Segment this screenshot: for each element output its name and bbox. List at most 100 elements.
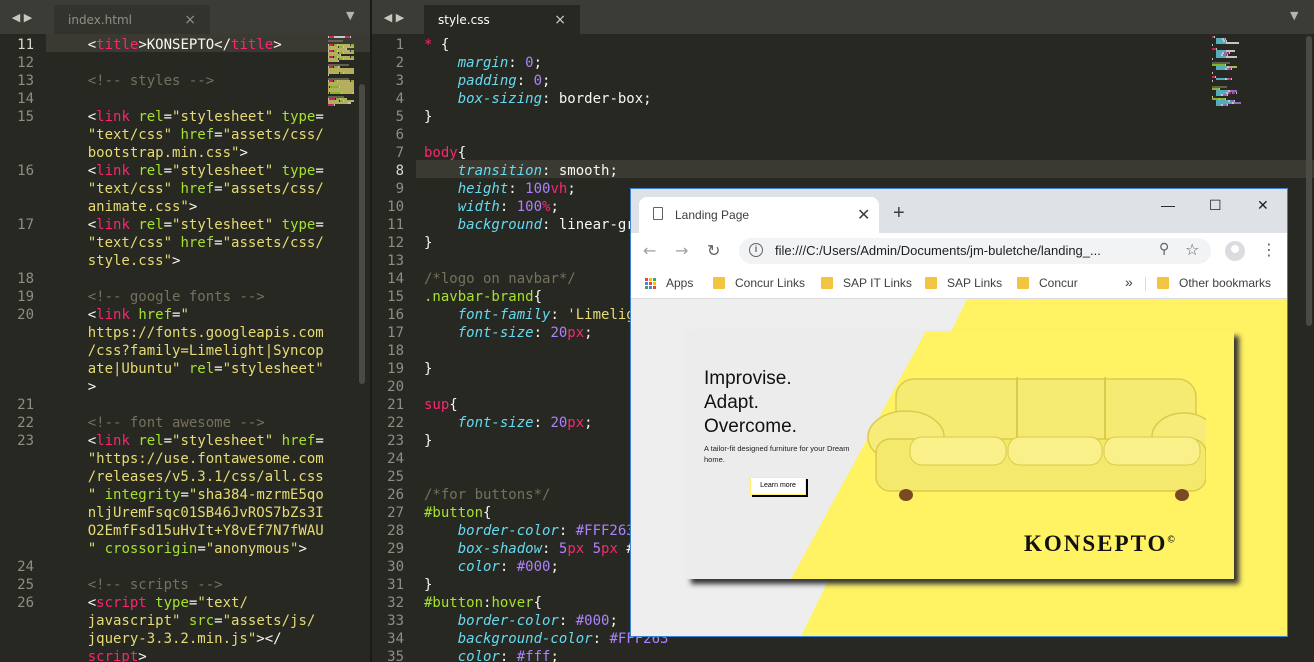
code-line[interactable]: "text/css" href="assets/css/ [54, 180, 324, 198]
code-line[interactable]: .navbar-brand{ [424, 288, 542, 306]
code-line[interactable]: /*logo on navbar*/ [424, 270, 576, 288]
page-viewport[interactable]: Improvise. Adapt. Overcome. A tailor-fit… [631, 299, 1287, 636]
code-line[interactable]: <!-- scripts --> [54, 576, 223, 594]
bookmark-sap-it-links[interactable]: SAP IT Links [821, 276, 912, 290]
code-line[interactable]: /*for buttons*/ [424, 486, 550, 504]
code-line[interactable]: "https://use.fontawesome.com [54, 450, 324, 468]
info-icon[interactable]: i [749, 243, 763, 257]
code-line[interactable]: jquery-3.3.2.min.js"></ [54, 630, 282, 648]
browser-tab[interactable]: Landing Page ✕ [639, 197, 879, 233]
code-line[interactable]: border-color: #000; [424, 612, 618, 630]
hero-line-1: Improvise. [704, 368, 792, 389]
code-line[interactable]: " integrity="sha384-mzrmE5qo [54, 486, 324, 504]
code-line[interactable]: transition: smooth; [424, 162, 618, 180]
code-line[interactable]: height: 100vh; [424, 180, 576, 198]
code-line[interactable]: https://fonts.googleapis.com [54, 324, 324, 342]
learn-more-button[interactable]: Learn more [750, 477, 806, 495]
code-line[interactable]: background: linear-gr [424, 216, 635, 234]
code-line[interactable]: margin: 0; [424, 54, 542, 72]
code-token: margin [424, 55, 509, 71]
code-line[interactable]: font-family: 'Limelig [424, 306, 635, 324]
code-line[interactable]: } [424, 360, 432, 378]
code-line[interactable]: color: #000; [424, 558, 559, 576]
tab-index-html[interactable]: index.html × [54, 5, 210, 34]
code-line[interactable]: box-shadow: 5px 5px # [424, 540, 635, 558]
profile-avatar[interactable] [1225, 241, 1245, 261]
code-line[interactable]: <!-- google fonts --> [54, 288, 265, 306]
code-line[interactable]: style.css"> [54, 252, 181, 270]
reload-button[interactable]: ↻ [707, 241, 720, 260]
close-window-button[interactable]: ✕ [1257, 197, 1269, 214]
code-line[interactable]: bootstrap.min.css"> [54, 144, 248, 162]
close-icon[interactable]: × [554, 12, 566, 28]
code-line[interactable]: " crossorigin="anonymous"> [54, 540, 307, 558]
close-tab-icon[interactable]: ✕ [857, 205, 870, 225]
code-line[interactable]: "text/css" href="assets/css/ [54, 234, 324, 252]
code-line[interactable]: } [424, 432, 432, 450]
code-line[interactable]: <script type="text/ [54, 594, 248, 612]
code-line[interactable]: ate|Ubuntu" rel="stylesheet" [54, 360, 324, 378]
left-editor-pane[interactable]: ◀ ▶ index.html × ▼ 11 12 13 14 15 16 17 18 19 20 2… [0, 0, 370, 662]
minimap[interactable] [1212, 34, 1282, 124]
code-line[interactable]: /css?family=Limelight|Syncop [54, 342, 324, 360]
code-line[interactable]: #button:hover{ [424, 594, 542, 612]
bookmarks-overflow-button[interactable]: » [1125, 274, 1133, 290]
code-line[interactable]: script> [54, 648, 147, 662]
code-line[interactable]: } [424, 234, 432, 252]
code-line[interactable]: #button{ [424, 504, 491, 522]
bookmark-star-icon[interactable]: ☆ [1185, 240, 1199, 259]
code-line[interactable]: border-color: #FFF263 [424, 522, 635, 540]
menu-kebab-icon[interactable]: ⋮ [1261, 240, 1277, 259]
code-line[interactable]: O2EmfFsd15uHvIt+Y8vEf7N7fWAU [54, 522, 324, 540]
code-line[interactable]: * { [424, 36, 449, 54]
url-text[interactable]: file:///C:/Users/Admin/Documents/jm-bule… [775, 243, 1101, 258]
code-line[interactable]: /releases/v5.3.1/css/all.css [54, 468, 324, 486]
code-line[interactable]: <link rel="stylesheet" type= [54, 216, 324, 234]
forward-button[interactable]: → [675, 241, 688, 260]
code-line[interactable]: animate.css"> [54, 198, 198, 216]
minimize-button[interactable]: — [1161, 197, 1175, 213]
bookmark-apps[interactable]: Apps [645, 276, 693, 290]
code-line[interactable]: font-size: 20px; [424, 414, 593, 432]
right-tab-nav-arrows[interactable]: ◀ ▶ [372, 0, 416, 34]
bookmark-other-bookmarks[interactable]: Other bookmarks [1157, 276, 1271, 290]
code-line[interactable]: padding: 0; [424, 72, 551, 90]
code-line[interactable]: sup{ [424, 396, 458, 414]
code-line[interactable]: "text/css" href="assets/css/ [54, 126, 324, 144]
scrollbar[interactable] [359, 84, 365, 384]
minimap[interactable] [324, 34, 354, 374]
code-line[interactable]: color: #fff; [424, 648, 559, 662]
code-line[interactable]: <link rel="stylesheet" type= [54, 162, 324, 180]
code-line[interactable]: <link rel="stylesheet" href= [54, 432, 324, 450]
code-line[interactable]: font-size: 20px; [424, 324, 593, 342]
bookmark-sap-links[interactable]: SAP Links [925, 276, 1002, 290]
zoom-icon[interactable]: ⚲ [1159, 241, 1169, 257]
bookmark-concur[interactable]: Concur [1017, 276, 1078, 290]
code-line[interactable]: <!-- font awesome --> [54, 414, 265, 432]
code-line[interactable]: > [54, 378, 96, 396]
code-line[interactable]: <!-- styles --> [54, 72, 214, 90]
bookmark-concur-links[interactable]: Concur Links [713, 276, 805, 290]
new-tab-button[interactable]: + [893, 203, 905, 223]
code-line[interactable]: width: 100%; [424, 198, 559, 216]
maximize-button[interactable]: ☐ [1209, 197, 1222, 214]
browser-window[interactable]: Landing Page ✕ + — ☐ ✕ ← → ↻ i file:///C… [631, 189, 1287, 636]
code-line[interactable]: <link href=" [54, 306, 189, 324]
code-line[interactable]: nljUremFsqc01SB46JvROS7bZs3I [54, 504, 324, 522]
code-token: "assets/css/ [222, 235, 324, 251]
code-line[interactable]: <link rel="stylesheet" type= [54, 108, 324, 126]
code-line[interactable]: javascript" src="assets/js/ [54, 612, 316, 630]
code-line[interactable]: body{ [424, 144, 466, 162]
chevron-down-icon[interactable]: ▼ [1290, 9, 1298, 22]
code-line[interactable]: } [424, 108, 432, 126]
tab-style-css[interactable]: style.css × [424, 5, 580, 34]
scrollbar[interactable] [1306, 36, 1312, 326]
code-line[interactable]: box-sizing: border-box; [424, 90, 652, 108]
code-line[interactable]: } [424, 576, 432, 594]
chevron-down-icon[interactable]: ▼ [346, 9, 354, 22]
address-bar[interactable]: i file:///C:/Users/Admin/Documents/jm-bu… [739, 238, 1211, 264]
left-tab-nav-arrows[interactable]: ◀ ▶ [0, 0, 44, 34]
code-line[interactable]: <title>KONSEPTO</title> [54, 36, 282, 54]
back-button[interactable]: ← [643, 241, 656, 260]
close-icon[interactable]: × [184, 12, 196, 28]
